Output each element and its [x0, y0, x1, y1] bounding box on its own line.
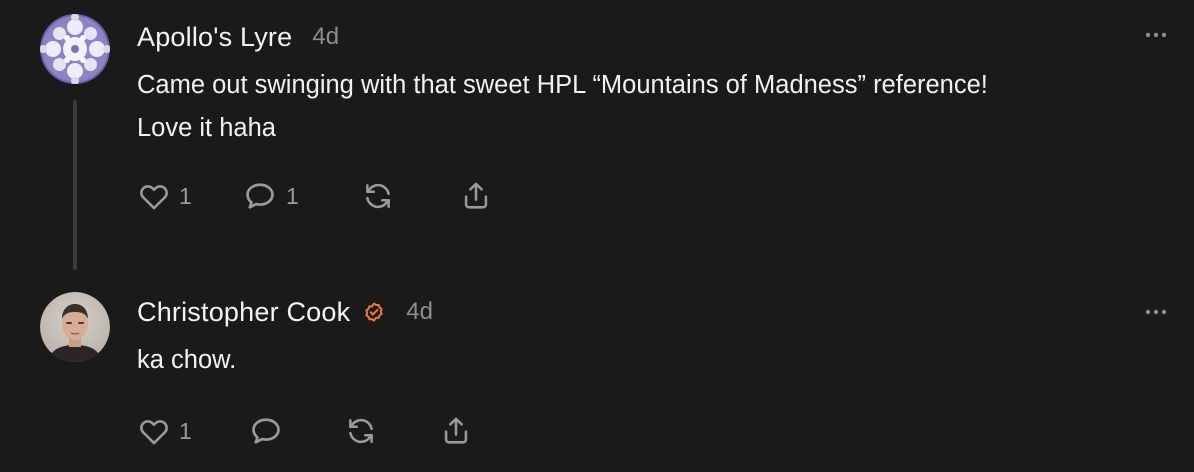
- user-photo-avatar-icon: [40, 292, 110, 362]
- reply-button[interactable]: [248, 411, 284, 451]
- like-button[interactable]: 1: [137, 411, 192, 451]
- restack-button[interactable]: [344, 411, 378, 451]
- comment-body-line: Came out swinging with that sweet HPL “M…: [137, 71, 988, 99]
- author-name[interactable]: Apollo's Lyre: [137, 22, 292, 53]
- comment-header: Christopher Cook 4d: [137, 295, 433, 329]
- thread-line: [73, 100, 77, 270]
- more-dots-icon[interactable]: [1144, 308, 1168, 316]
- reply-button[interactable]: 1: [242, 176, 299, 216]
- comment-body: ka chow.: [137, 339, 236, 382]
- reply-count: 1: [286, 182, 299, 209]
- like-count: 1: [179, 182, 192, 209]
- share-button[interactable]: [459, 176, 493, 216]
- like-count: 1: [179, 417, 192, 444]
- avatar[interactable]: [40, 292, 110, 362]
- heart-icon: [140, 185, 168, 210]
- avatar[interactable]: [40, 14, 110, 84]
- fractal-avatar-icon: [40, 14, 110, 84]
- comment-body: Came out swinging with that sweet HPL “M…: [137, 64, 988, 150]
- share-button[interactable]: [439, 411, 473, 451]
- restack-arrows-icon: [349, 418, 373, 444]
- share-upload-icon: [464, 182, 488, 209]
- comment-body-line: Love it haha: [137, 114, 276, 142]
- comment-header: Apollo's Lyre 4d: [137, 20, 339, 54]
- restack-button[interactable]: [361, 176, 395, 216]
- timestamp[interactable]: 4d: [312, 23, 339, 51]
- timestamp[interactable]: 4d: [406, 298, 433, 326]
- speech-bubble-icon: [246, 183, 274, 209]
- speech-bubble-icon: [252, 418, 280, 444]
- share-upload-icon: [444, 417, 468, 444]
- author-name[interactable]: Christopher Cook: [137, 297, 350, 328]
- verified-check-badge-icon: [365, 302, 383, 322]
- comment-body-line: ka chow.: [137, 346, 237, 374]
- restack-arrows-icon: [366, 183, 390, 209]
- heart-icon: [140, 420, 168, 445]
- like-button[interactable]: 1: [137, 176, 192, 216]
- comment-apollos-lyre: Apollo's Lyre 4d Came out swinging with …: [0, 0, 1194, 270]
- more-dots-icon[interactable]: [1144, 31, 1168, 39]
- comment-christopher-cook: Christopher Cook 4d ka chow. 1: [0, 270, 1194, 472]
